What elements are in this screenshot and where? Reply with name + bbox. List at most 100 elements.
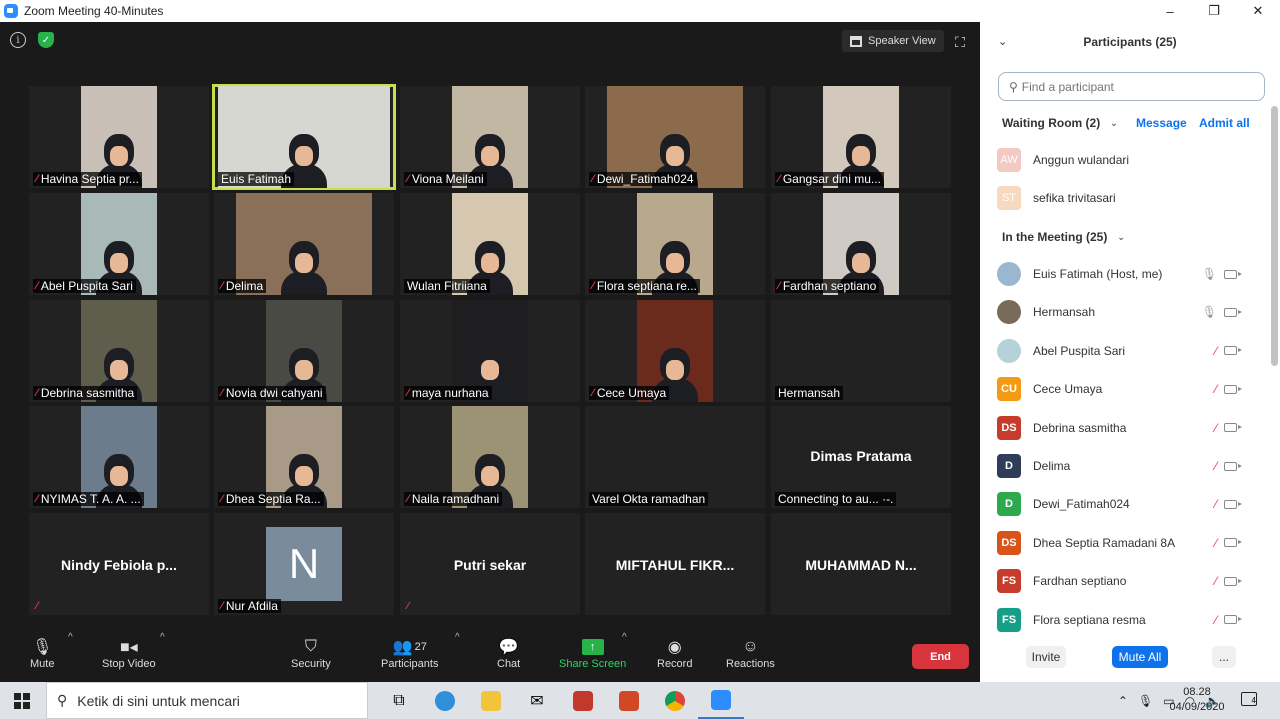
participant-search[interactable]: ⚲ (998, 72, 1265, 101)
mic-muted-icon[interactable]: ⁄ (1215, 574, 1217, 588)
participant-list-item[interactable]: FS Flora septiana resma ⁄ (997, 605, 1259, 635)
participant-video-tile[interactable]: Varel Okta ramadhan (585, 406, 765, 508)
video-camera-icon[interactable] (1224, 384, 1242, 394)
participant-video-tile[interactable]: ⁄ NYIMAS T. A. A. ... (29, 406, 209, 508)
collapse-chevron-icon[interactable]: ⌄ (998, 35, 1007, 48)
message-link[interactable]: Message (1136, 116, 1187, 130)
participant-video-tile[interactable]: Nindy Febiola p... ⁄ (29, 513, 209, 615)
close-button[interactable]: ✕ (1236, 0, 1280, 22)
participant-video-tile[interactable]: MIFTAHUL FIKR... (585, 513, 765, 615)
windows-start-icon[interactable] (14, 693, 30, 709)
info-icon[interactable]: i (10, 32, 26, 48)
fullscreen-icon[interactable]: ⛶ (952, 34, 968, 50)
record-button[interactable]: ◉ Record (657, 636, 692, 670)
more-options-button[interactable]: ... (1212, 646, 1236, 668)
video-options-caret[interactable]: ^ (160, 632, 165, 643)
participant-list-item[interactable]: D Delima ⁄ (997, 451, 1259, 481)
participant-video-tile[interactable]: ⁄ Havina Septia pr... (29, 86, 209, 188)
microphone-icon[interactable]: 🎙 (1202, 267, 1217, 281)
participant-video-tile[interactable]: ⁄ Dewi_Fatimah024 (585, 86, 765, 188)
participant-list-item[interactable]: DS Debrina sasmitha ⁄ (997, 413, 1259, 443)
participant-list-item[interactable]: CU Cece Umaya ⁄ (997, 374, 1259, 404)
admit-all-link[interactable]: Admit all (1199, 116, 1250, 130)
file-explorer-icon[interactable] (468, 682, 514, 719)
mail-icon[interactable]: ✉ (514, 682, 560, 719)
participant-video-tile[interactable]: ⁄ Abel Puspita Sari (29, 193, 209, 295)
edge-browser-icon[interactable] (422, 682, 468, 719)
encryption-shield-icon[interactable]: ✓ (38, 32, 54, 48)
chevron-down-icon[interactable]: ⌄ (1110, 118, 1118, 129)
participant-video-tile[interactable]: ⁄ maya nurhana (400, 300, 580, 402)
video-camera-icon[interactable] (1224, 576, 1242, 586)
participant-video-tile[interactable]: Putri sekar ⁄ (400, 513, 580, 615)
participant-list-item[interactable]: D Dewi_Fatimah024 ⁄ (997, 489, 1259, 519)
mic-muted-icon[interactable]: ⁄ (1215, 459, 1217, 473)
share-screen-button[interactable]: ↑ Share Screen (559, 636, 626, 670)
invite-button[interactable]: Invite (1026, 646, 1066, 668)
video-camera-icon[interactable] (1224, 346, 1242, 356)
video-camera-icon[interactable] (1224, 499, 1242, 509)
zoom-taskbar-icon[interactable] (698, 682, 744, 719)
participant-video-tile[interactable]: Wulan Fitriiana (400, 193, 580, 295)
powerpoint-icon[interactable] (606, 682, 652, 719)
participant-video-tile[interactable]: N ⁄ Nur Afdila (214, 513, 394, 615)
notification-icon[interactable]: 4 (1241, 692, 1257, 706)
waiting-room-item[interactable]: AW Anggun wulandari (997, 145, 1259, 175)
video-camera-icon[interactable] (1224, 538, 1242, 548)
participant-list-item[interactable]: Abel Puspita Sari ⁄ (997, 336, 1259, 366)
share-options-caret[interactable]: ^ (622, 632, 627, 643)
participants-button[interactable]: 👥 27 Participants (381, 636, 438, 670)
participant-video-tile[interactable]: Hermansah (771, 300, 951, 402)
video-camera-icon[interactable] (1224, 269, 1242, 279)
mic-muted-icon[interactable]: ⁄ (1215, 536, 1217, 550)
participant-video-tile[interactable]: ⁄ Debrina sasmitha (29, 300, 209, 402)
video-camera-icon[interactable] (1224, 461, 1242, 471)
participants-options-caret[interactable]: ^ (455, 632, 460, 643)
task-view-icon[interactable]: ⧉ (376, 682, 422, 719)
participant-list-item[interactable]: Hermansah 🎙 (997, 297, 1259, 327)
end-meeting-button[interactable]: End (912, 644, 969, 669)
participant-list-item[interactable]: FS Fardhan septiano ⁄ (997, 566, 1259, 596)
participant-video-tile[interactable]: ⁄ Novia dwi cahyani (214, 300, 394, 402)
participant-video-tile[interactable]: ⁄ Fardhan septiano (771, 193, 951, 295)
in-meeting-header[interactable]: In the Meeting (25) ⌄ (1002, 226, 1262, 248)
participant-list-item[interactable]: Euis Fatimah (Host, me) 🎙 (997, 259, 1259, 289)
participant-video-tile[interactable]: ⁄ Flora septiana re... (585, 193, 765, 295)
mute-button[interactable]: 🎙 Mute (30, 636, 54, 670)
taskbar-clock[interactable]: 08.28 04/09/2020 (1168, 685, 1226, 715)
tray-chevron-icon[interactable]: ⌃ (1118, 694, 1128, 708)
participant-video-tile[interactable]: ⁄ Dhea Septia Ra... (214, 406, 394, 508)
participant-list-item[interactable]: DS Dhea Septia Ramadani 8A ⁄ (997, 528, 1259, 558)
participant-video-tile[interactable]: ⁄ Viona Meilani (400, 86, 580, 188)
mic-muted-icon[interactable]: ⁄ (1215, 344, 1217, 358)
store-icon[interactable] (560, 682, 606, 719)
participant-search-input[interactable] (1021, 79, 1242, 94)
waiting-room-item[interactable]: ST sefika trivitasari (997, 183, 1259, 213)
video-camera-icon[interactable] (1224, 615, 1242, 625)
taskbar-search[interactable]: ⚲ Ketik di sini untuk mencari (46, 682, 368, 719)
minimize-button[interactable]: – (1148, 0, 1192, 22)
participant-video-tile[interactable]: ⁄ Cece Umaya (585, 300, 765, 402)
participant-video-tile[interactable]: ⁄ Naila ramadhani (400, 406, 580, 508)
chevron-down-icon[interactable]: ⌄ (1117, 232, 1125, 243)
participant-video-tile[interactable]: MUHAMMAD N... (771, 513, 951, 615)
mic-muted-icon[interactable]: ⁄ (1215, 497, 1217, 511)
mic-muted-icon[interactable]: ⁄ (1215, 421, 1217, 435)
mic-muted-icon[interactable]: ⁄ (1215, 382, 1217, 396)
participant-video-tile[interactable]: ⁄ Gangsar dini mu... (771, 86, 951, 188)
microphone-icon[interactable]: 🎙 (1202, 305, 1217, 319)
chrome-icon[interactable] (652, 682, 698, 719)
participant-video-tile[interactable]: ⁄ Delima (214, 193, 394, 295)
restore-button[interactable]: ❐ (1192, 0, 1236, 22)
video-camera-icon[interactable] (1224, 423, 1242, 433)
participant-video-tile[interactable]: Euis Fatimah (212, 84, 396, 190)
chat-button[interactable]: 💬 Chat (497, 636, 520, 670)
mic-muted-icon[interactable]: ⁄ (1215, 613, 1217, 627)
mute-all-button[interactable]: Mute All (1112, 646, 1168, 668)
reactions-button[interactable]: ☺ Reactions (726, 636, 775, 670)
panel-scrollbar[interactable] (1271, 106, 1278, 366)
audio-options-caret[interactable]: ^ (68, 632, 73, 643)
security-button[interactable]: ⛉ Security (291, 636, 331, 670)
participant-video-tile[interactable]: Dimas Pratama Connecting to au... ·-. (771, 406, 951, 508)
stop-video-button[interactable]: ■◂ Stop Video (102, 636, 156, 670)
